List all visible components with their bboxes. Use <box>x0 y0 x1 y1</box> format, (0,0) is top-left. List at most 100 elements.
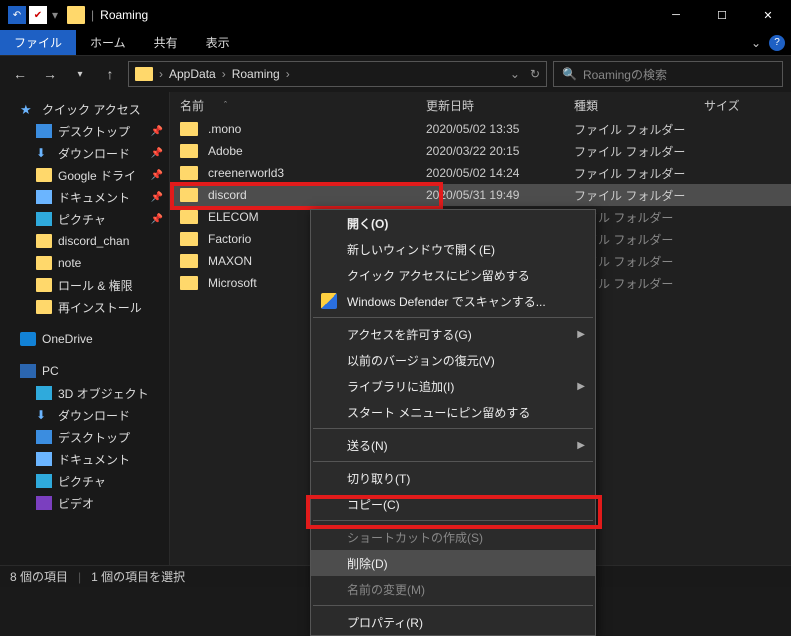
maximize-button[interactable]: ☐ <box>699 0 745 30</box>
address-dropdown-icon[interactable]: ⌄ <box>510 67 520 81</box>
sidebar: ★ クイック アクセス デスクトップ📌 ⬇ダウンロード📌 Google ドライ📌… <box>0 92 170 565</box>
context-open-new[interactable]: 新しいウィンドウで開く(E) <box>311 236 595 262</box>
folder-icon <box>36 300 52 314</box>
titlebar: ↶ ✔ ▾ | Roaming ─ ☐ ✕ <box>0 0 791 30</box>
context-library[interactable]: ライブラリに追加(I)▶ <box>311 373 595 399</box>
document-icon <box>36 190 52 204</box>
chevron-right-icon: ▶ <box>577 329 585 340</box>
sidebar-item[interactable]: ⬇ダウンロード <box>0 404 169 426</box>
sidebar-onedrive[interactable]: OneDrive <box>0 328 169 350</box>
column-headers: 名前 ˆ 更新日時 種類 サイズ <box>170 92 791 118</box>
sidebar-item[interactable]: ロール & 権限 <box>0 274 169 296</box>
address-bar[interactable]: › AppData › Roaming › ⌄ ↻ <box>128 61 547 87</box>
help-icon[interactable]: ? <box>769 35 785 51</box>
folder-row[interactable]: .mono2020/05/02 13:35ファイル フォルダー <box>170 118 791 140</box>
context-copy[interactable]: コピー(C) <box>311 491 595 517</box>
context-menu: 開く(O) 新しいウィンドウで開く(E) クイック アクセスにピン留めする Wi… <box>310 209 596 636</box>
up-button[interactable]: ↑ <box>98 62 122 86</box>
context-shortcut[interactable]: ショートカットの作成(S) <box>311 524 595 550</box>
chevron-right-icon: ▶ <box>577 381 585 392</box>
context-properties[interactable]: プロパティ(R) <box>311 609 595 635</box>
qat-check-icon[interactable]: ✔ <box>29 6 47 24</box>
context-open[interactable]: 開く(O) <box>311 210 595 236</box>
navbar: ← → ▾ ↑ › AppData › Roaming › ⌄ ↻ 🔍 Roam… <box>0 56 791 92</box>
video-icon <box>36 496 52 510</box>
tab-home[interactable]: ホーム <box>76 29 140 56</box>
context-delete[interactable]: 削除(D) <box>311 550 595 576</box>
document-icon <box>36 452 52 466</box>
expand-ribbon-icon[interactable]: ⌄ <box>751 36 761 50</box>
chevron-right-icon: ▶ <box>577 440 585 451</box>
breadcrumb-parent[interactable]: AppData <box>169 67 216 81</box>
sidebar-item[interactable]: デスクトップ📌 <box>0 120 169 142</box>
breadcrumb-sep: › <box>222 67 226 81</box>
refresh-button[interactable]: ↻ <box>530 67 540 81</box>
col-date[interactable]: 更新日時 <box>426 97 574 114</box>
status-count: 8 個の項目 <box>10 568 68 585</box>
pin-icon: 📌 <box>151 148 169 159</box>
context-restore[interactable]: 以前のバージョンの復元(V) <box>311 347 595 373</box>
context-defender[interactable]: Windows Defender でスキャンする... <box>311 288 595 314</box>
sidebar-item[interactable]: 3D オブジェクト <box>0 382 169 404</box>
folder-row[interactable]: Adobe2020/03/22 20:15ファイル フォルダー <box>170 140 791 162</box>
context-pin-start[interactable]: スタート メニューにピン留めする <box>311 399 595 425</box>
context-pin-quick[interactable]: クイック アクセスにピン留めする <box>311 262 595 288</box>
onedrive-icon <box>20 332 36 346</box>
col-name[interactable]: 名前 <box>180 97 204 114</box>
folder-icon <box>180 144 198 158</box>
sidebar-quick-access[interactable]: ★ クイック アクセス <box>0 98 169 120</box>
history-dropdown[interactable]: ▾ <box>68 62 92 86</box>
address-folder-icon <box>135 67 153 81</box>
tab-view[interactable]: 表示 <box>192 29 244 56</box>
qat-dropdown-icon[interactable]: ▾ <box>52 8 58 22</box>
folder-icon <box>36 256 52 270</box>
sidebar-item[interactable]: 再インストール <box>0 296 169 318</box>
tab-share[interactable]: 共有 <box>140 29 192 56</box>
folder-icon <box>36 278 52 292</box>
context-access[interactable]: アクセスを許可する(G)▶ <box>311 321 595 347</box>
window-title: Roaming <box>100 8 148 22</box>
folder-icon <box>36 234 52 248</box>
search-placeholder: Roamingの検索 <box>583 66 667 83</box>
folder-row-selected[interactable]: discord2020/05/31 19:49ファイル フォルダー <box>170 184 791 206</box>
sort-indicator-icon: ˆ <box>224 100 227 110</box>
breadcrumb-sep: › <box>286 67 290 81</box>
sidebar-item[interactable]: ピクチャ📌 <box>0 208 169 230</box>
qat-undo-icon[interactable]: ↶ <box>8 6 26 24</box>
context-separator <box>313 461 593 462</box>
tab-file[interactable]: ファイル <box>0 30 76 55</box>
download-icon: ⬇ <box>36 146 52 160</box>
folder-icon <box>180 232 198 246</box>
sidebar-item[interactable]: Google ドライ📌 <box>0 164 169 186</box>
pin-icon: 📌 <box>151 214 169 225</box>
col-type[interactable]: 種類 <box>574 97 704 114</box>
minimize-button[interactable]: ─ <box>653 0 699 30</box>
breadcrumb-current[interactable]: Roaming <box>232 67 280 81</box>
ribbon: ファイル ホーム 共有 表示 ⌄ ? <box>0 30 791 56</box>
sidebar-item[interactable]: ドキュメント📌 <box>0 186 169 208</box>
context-rename[interactable]: 名前の変更(M) <box>311 576 595 602</box>
context-sendto[interactable]: 送る(N)▶ <box>311 432 595 458</box>
sidebar-pc[interactable]: PC <box>0 360 169 382</box>
sidebar-item[interactable]: ピクチャ <box>0 470 169 492</box>
search-icon: 🔍 <box>562 67 577 81</box>
search-box[interactable]: 🔍 Roamingの検索 <box>553 61 783 87</box>
title-separator: | <box>91 8 94 22</box>
desktop-icon <box>36 124 52 138</box>
folder-row[interactable]: creenerworld32020/05/02 14:24ファイル フォルダー <box>170 162 791 184</box>
context-separator <box>313 317 593 318</box>
sidebar-item[interactable]: ドキュメント <box>0 448 169 470</box>
sidebar-item[interactable]: note <box>0 252 169 274</box>
context-cut[interactable]: 切り取り(T) <box>311 465 595 491</box>
sidebar-item[interactable]: discord_chan <box>0 230 169 252</box>
sidebar-item[interactable]: ビデオ <box>0 492 169 514</box>
folder-icon <box>180 254 198 268</box>
col-size[interactable]: サイズ <box>704 97 791 114</box>
pin-icon: 📌 <box>151 170 169 181</box>
forward-button[interactable]: → <box>38 62 62 86</box>
sidebar-item[interactable]: ⬇ダウンロード📌 <box>0 142 169 164</box>
folder-icon <box>180 166 198 180</box>
back-button[interactable]: ← <box>8 62 32 86</box>
sidebar-item[interactable]: デスクトップ <box>0 426 169 448</box>
close-button[interactable]: ✕ <box>745 0 791 30</box>
